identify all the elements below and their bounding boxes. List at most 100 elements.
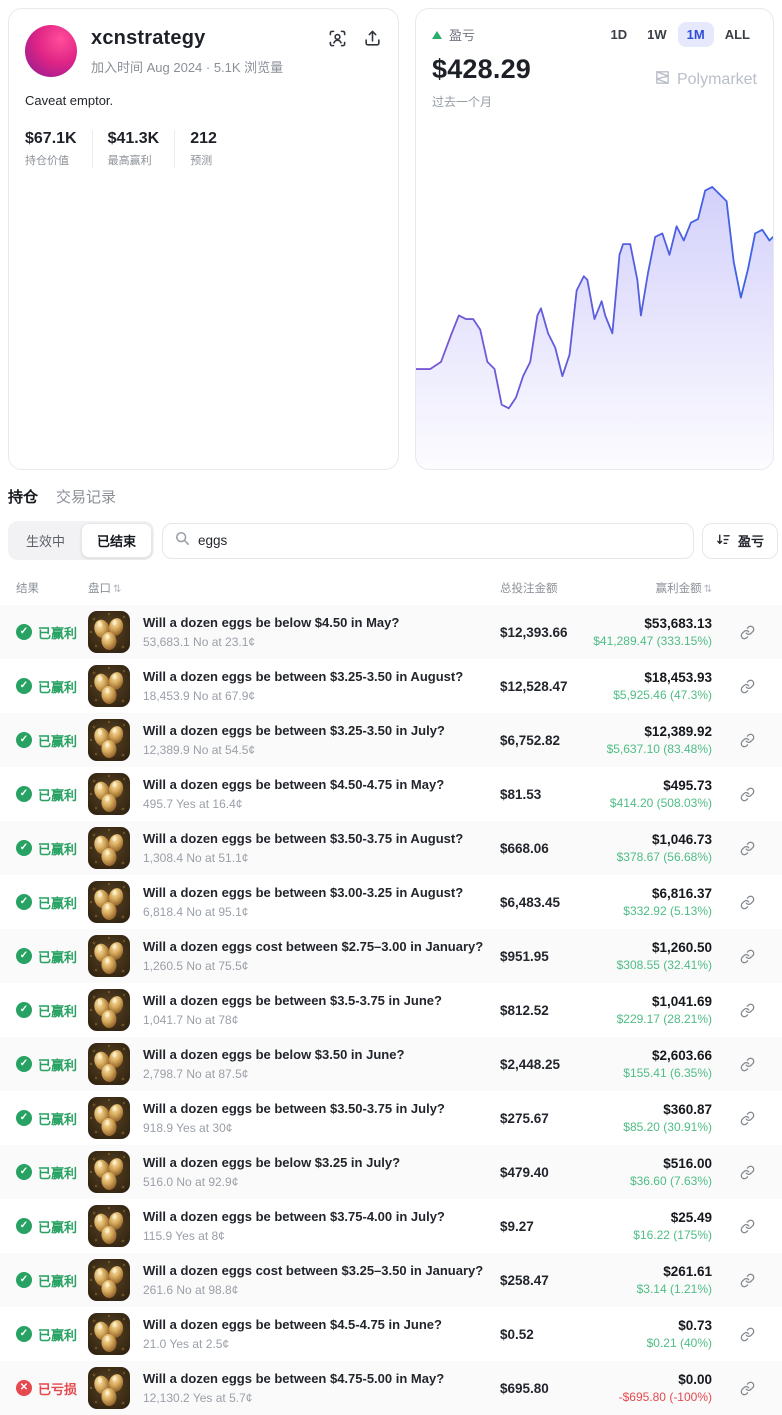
tab-positions[interactable]: 持仓 (8, 486, 38, 507)
table-row[interactable]: ✓ 已赢利 Will a dozen eggs be (0, 1091, 782, 1145)
win-amount: $53,683.13 (592, 616, 712, 631)
link-icon[interactable] (740, 1057, 755, 1072)
table-row[interactable]: ✓ 已赢利 Will a dozen eggs be (0, 605, 782, 659)
link-cell[interactable] (712, 1219, 782, 1234)
link-cell[interactable] (712, 1057, 782, 1072)
pnl-sparkline-chart (416, 112, 773, 469)
time-range-switcher: 1D 1W 1M ALL (602, 22, 759, 47)
table-row[interactable]: ✕ 已亏损 Will a dozen eggs be (0, 1361, 782, 1415)
header-market[interactable]: 盘口⇅ (88, 580, 500, 596)
table-row[interactable]: ✓ 已赢利 Will a dozen eggs be (0, 713, 782, 767)
link-icon[interactable] (740, 1381, 755, 1396)
sort-glyph-icon: ⇅ (113, 584, 121, 595)
market-eggs-image (88, 1043, 130, 1085)
table-row[interactable]: ✓ 已赢利 Will a dozen eggs be (0, 1199, 782, 1253)
result-icon: ✓ (16, 1056, 32, 1072)
table-row[interactable]: ✓ 已赢利 Will a dozen eggs be (0, 1037, 782, 1091)
link-icon[interactable] (740, 1111, 755, 1126)
sort-button[interactable]: 盈亏 (702, 523, 778, 559)
market-eggs-image (88, 719, 130, 761)
link-cell[interactable] (712, 733, 782, 748)
table-row[interactable]: ✓ 已赢利 Will a dozen eggs be (0, 1307, 782, 1361)
link-icon[interactable] (740, 787, 755, 802)
table-row[interactable]: ✓ 已赢利 Will a dozen eggs be (0, 983, 782, 1037)
table-row[interactable]: ✓ 已赢利 Will a dozen eggs be (0, 821, 782, 875)
search-input[interactable] (198, 533, 681, 548)
link-icon[interactable] (740, 1003, 755, 1018)
segment-ended[interactable]: 已结束 (81, 523, 152, 558)
market-position: 18,453.9 No at 67.9¢ (143, 689, 463, 703)
segment-active[interactable]: 生效中 (10, 523, 81, 558)
link-icon[interactable] (740, 841, 755, 856)
link-cell[interactable] (712, 1327, 782, 1342)
link-cell[interactable] (712, 1111, 782, 1126)
market-eggs-image (88, 611, 130, 653)
link-icon[interactable] (740, 1219, 755, 1234)
market-eggs-image (88, 1313, 130, 1355)
result-icon: ✓ (16, 786, 32, 802)
profit-amount: $16.22 (175%) (592, 1228, 712, 1242)
link-cell[interactable] (712, 949, 782, 964)
link-cell[interactable] (712, 1003, 782, 1018)
bet-amount: $668.06 (500, 841, 592, 856)
profit-amount: $414.20 (508.03%) (592, 796, 712, 810)
profit-amount: $155.41 (6.35%) (592, 1066, 712, 1080)
result-label: 已赢利 (38, 893, 77, 912)
table-row[interactable]: ✓ 已赢利 Will a dozen eggs be (0, 1145, 782, 1199)
table-row[interactable]: ✓ 已赢利 Will a dozen eggs be (0, 659, 782, 713)
link-cell[interactable] (712, 1165, 782, 1180)
bet-amount: $258.47 (500, 1273, 592, 1288)
link-icon[interactable] (740, 625, 755, 640)
link-cell[interactable] (712, 625, 782, 640)
win-amount: $516.00 (592, 1156, 712, 1171)
link-cell[interactable] (712, 1273, 782, 1288)
range-1w[interactable]: 1W (638, 22, 676, 47)
header-bet[interactable]: 总投注金额 (500, 580, 592, 596)
market-position: 918.9 Yes at 30¢ (143, 1121, 445, 1135)
bet-amount: $812.52 (500, 1003, 592, 1018)
search-icon (175, 531, 190, 551)
scan-icon[interactable] (328, 29, 347, 48)
link-icon[interactable] (740, 1327, 755, 1342)
result-icon: ✓ (16, 1272, 32, 1288)
link-cell[interactable] (712, 1381, 782, 1396)
table-row[interactable]: ✓ 已赢利 Will a dozen eggs be (0, 875, 782, 929)
market-title: Will a dozen eggs be between $3.50-3.75 … (143, 831, 463, 848)
header-result[interactable]: 结果 (16, 580, 88, 596)
profile-name: xcnstrategy (91, 27, 283, 50)
link-icon[interactable] (740, 1165, 755, 1180)
bet-amount: $6,752.82 (500, 733, 592, 748)
range-1d[interactable]: 1D (602, 22, 637, 47)
link-cell[interactable] (712, 895, 782, 910)
result-label: 已赢利 (38, 947, 77, 966)
win-amount: $360.87 (592, 1102, 712, 1117)
bet-amount: $275.67 (500, 1111, 592, 1126)
link-cell[interactable] (712, 679, 782, 694)
link-icon[interactable] (740, 949, 755, 964)
header-profit[interactable]: 赢利金额⇅ (592, 580, 712, 596)
link-cell[interactable] (712, 787, 782, 802)
link-icon[interactable] (740, 895, 755, 910)
table-row[interactable]: ✓ 已赢利 Will a dozen eggs cos (0, 1253, 782, 1307)
market-eggs-image (88, 773, 130, 815)
range-all[interactable]: ALL (716, 22, 759, 47)
win-amount: $1,260.50 (592, 940, 712, 955)
link-icon[interactable] (740, 1273, 755, 1288)
table-row[interactable]: ✓ 已赢利 Will a dozen eggs be (0, 767, 782, 821)
profit-amount: $3.14 (1.21%) (592, 1282, 712, 1296)
win-amount: $18,453.93 (592, 670, 712, 685)
link-cell[interactable] (712, 841, 782, 856)
search-box[interactable] (162, 523, 694, 559)
share-icon[interactable] (363, 29, 382, 48)
link-icon[interactable] (740, 679, 755, 694)
sort-icon (716, 532, 731, 550)
status-segmented-control: 生效中 已结束 (8, 521, 154, 560)
market-eggs-image (88, 989, 130, 1031)
tab-trade-history[interactable]: 交易记录 (56, 486, 116, 507)
market-position: 53,683.1 No at 23.1¢ (143, 635, 399, 649)
link-icon[interactable] (740, 733, 755, 748)
range-1m[interactable]: 1M (678, 22, 714, 47)
win-amount: $6,816.37 (592, 886, 712, 901)
table-row[interactable]: ✓ 已赢利 Will a dozen eggs cos (0, 929, 782, 983)
result-label: 已赢利 (38, 677, 77, 696)
